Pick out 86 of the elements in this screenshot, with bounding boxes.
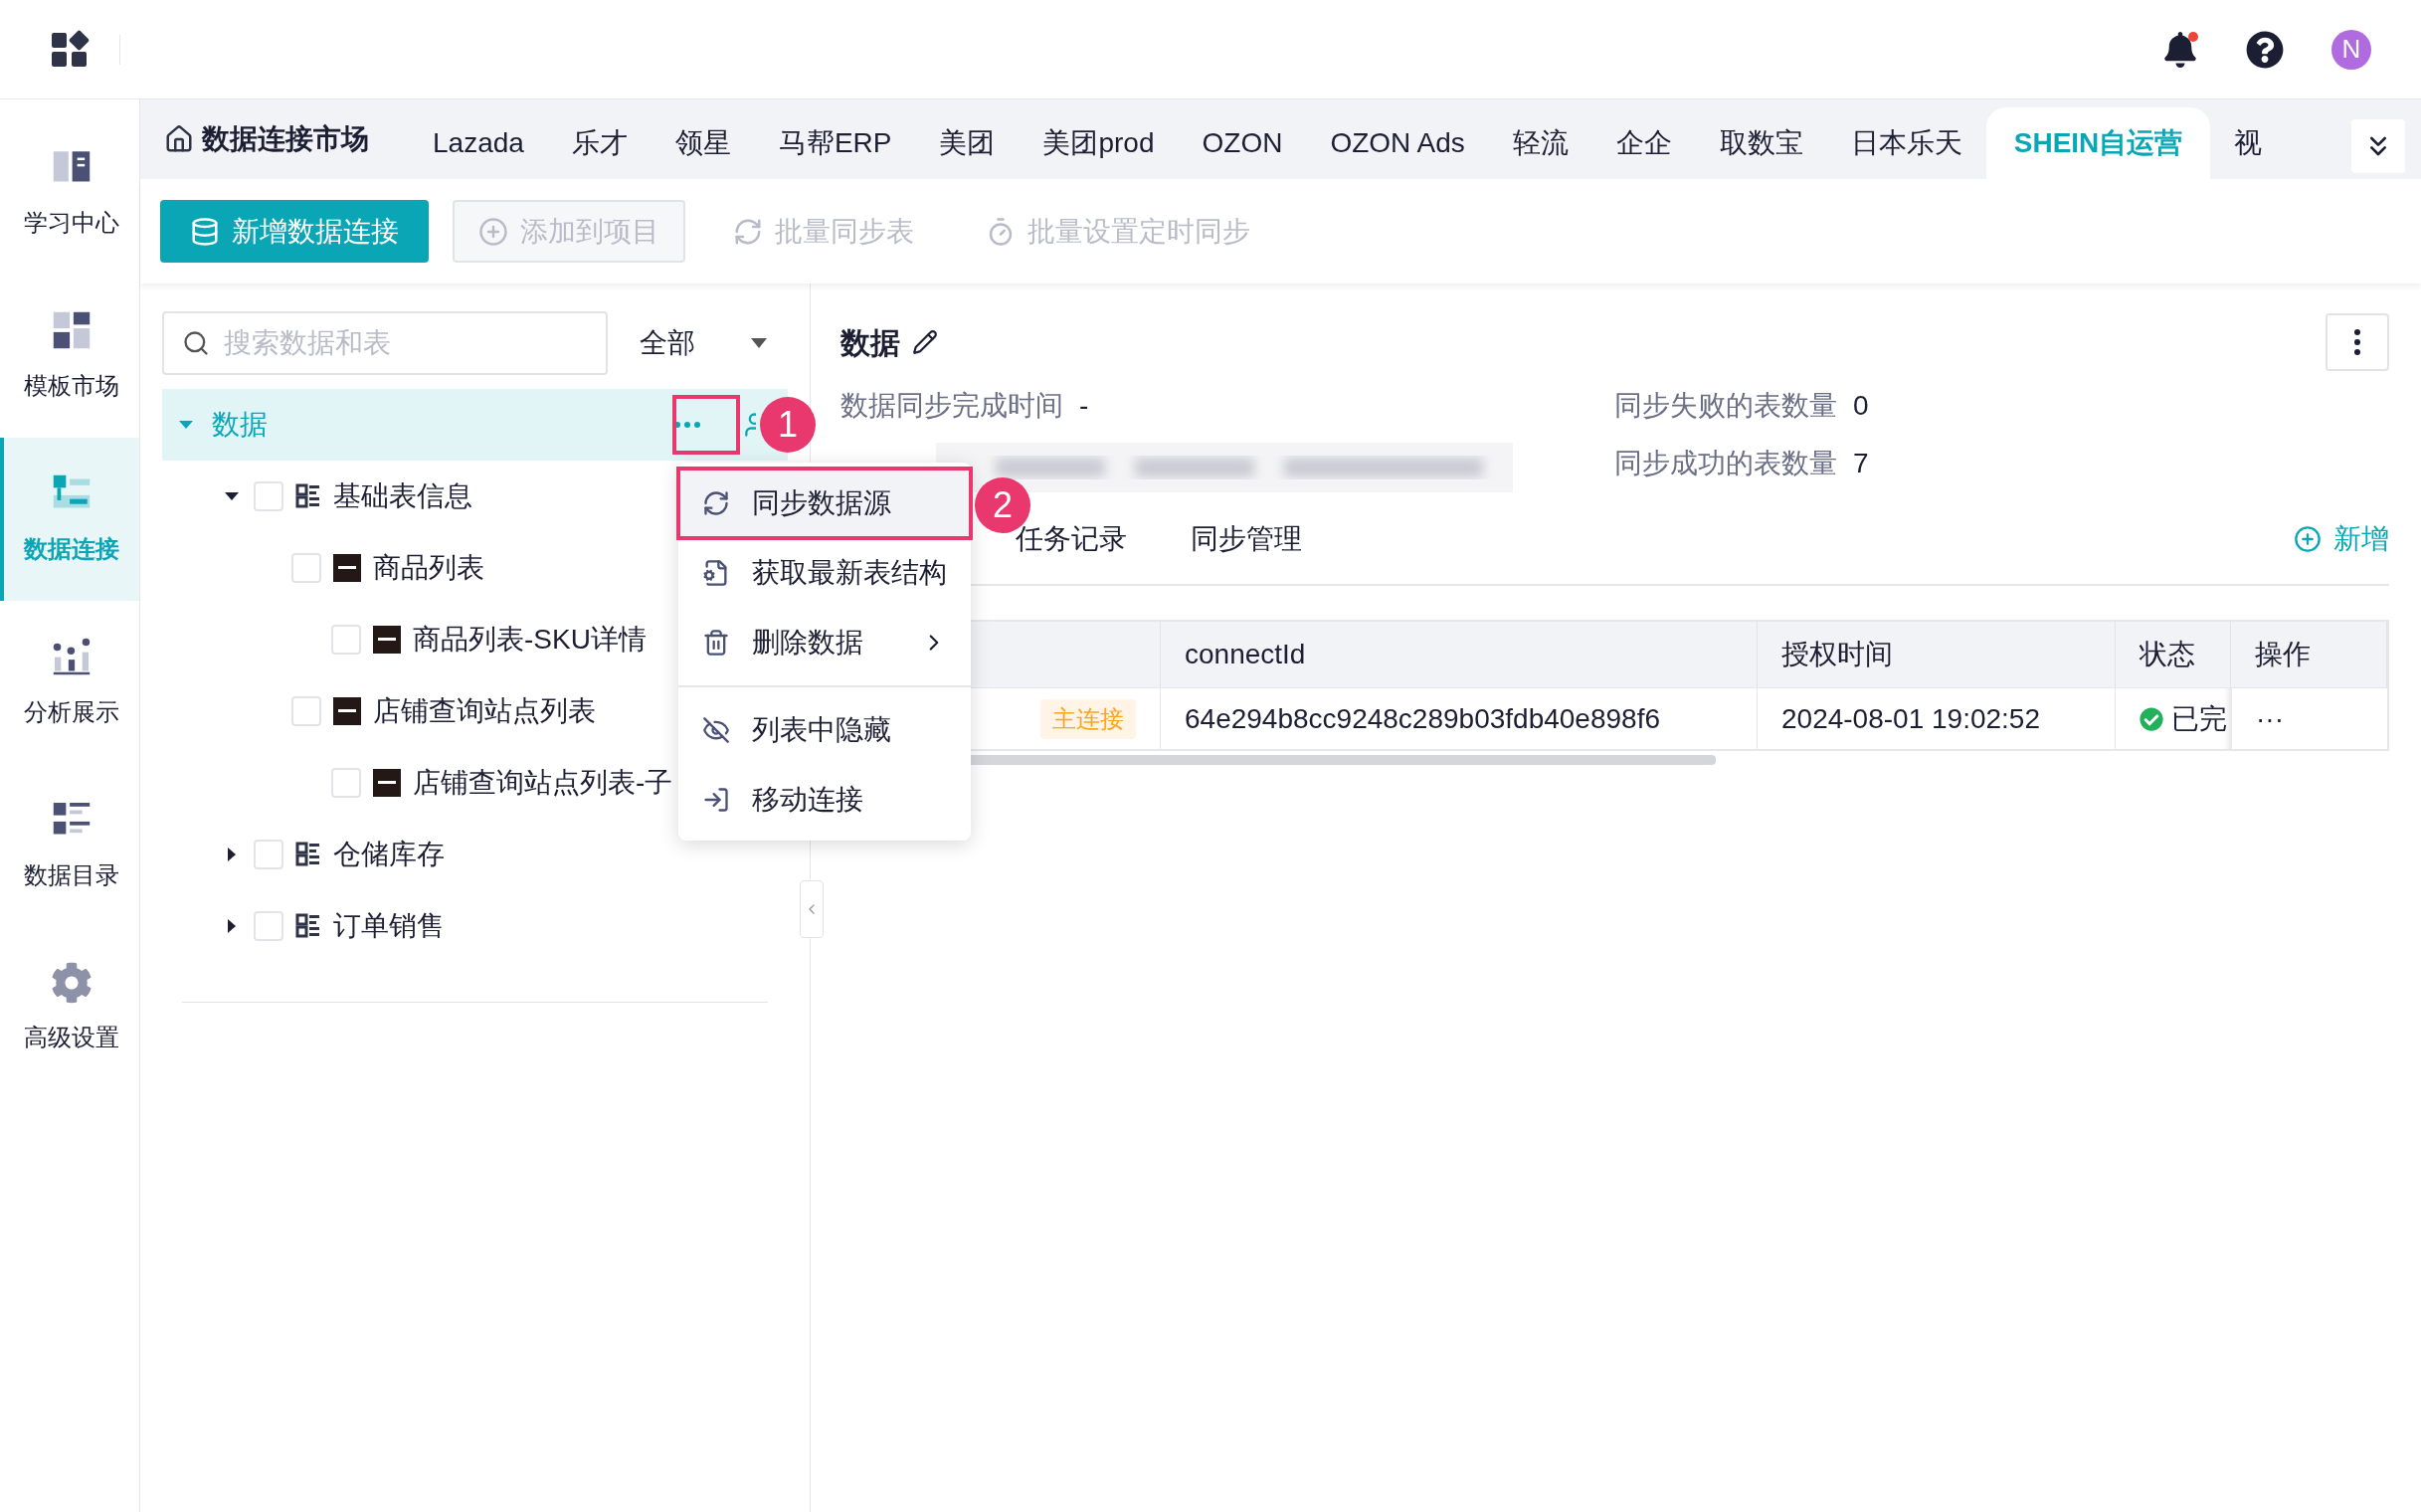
main-connection-tag: 主连接 xyxy=(1040,698,1136,739)
menu-item[interactable]: 获取最新表结构 xyxy=(678,538,971,608)
row-actions-link[interactable]: ··· xyxy=(2256,697,2284,740)
sidebar-item[interactable]: 数据目录 xyxy=(0,764,139,927)
filter-dropdown[interactable]: 全部 xyxy=(620,311,788,375)
market-tab[interactable]: 企企 xyxy=(1591,107,1696,179)
search-field[interactable]: 搜索数据和表 xyxy=(162,311,608,375)
caret-down-icon xyxy=(750,337,768,349)
checkbox[interactable] xyxy=(331,625,361,655)
trash-icon xyxy=(702,629,730,657)
tree-item-label[interactable]: 订单销售 xyxy=(333,905,445,947)
table-group-icon xyxy=(295,483,321,509)
shein-logo-icon xyxy=(333,697,361,725)
tree-item-label[interactable]: 店铺查询站点列表-子 xyxy=(413,762,673,804)
menu-item[interactable]: 同步数据源 xyxy=(678,469,971,538)
detail-tab[interactable]: 同步管理 xyxy=(1191,518,1302,584)
sidebar-item[interactable]: 分析展示 xyxy=(0,601,139,764)
market-home-link[interactable]: 数据连接市场 xyxy=(202,118,369,160)
market-tab[interactable]: 美团prod xyxy=(1019,107,1179,179)
info-value: - xyxy=(1079,389,1089,423)
tree-item-label[interactable]: 基础表信息 xyxy=(333,475,472,517)
checkbox[interactable] xyxy=(291,696,321,726)
table-group-icon xyxy=(295,913,321,939)
sidebar-item[interactable]: 模板市场 xyxy=(0,275,139,438)
market-tab[interactable]: OZON Ads xyxy=(1306,107,1489,179)
checkbox[interactable] xyxy=(254,481,283,511)
more-vertical-icon xyxy=(2354,329,2360,355)
highlight-frame xyxy=(672,395,740,455)
checkbox[interactable] xyxy=(254,840,283,869)
table-group-icon xyxy=(295,842,321,867)
more-icon[interactable] xyxy=(674,422,700,428)
detail-title: 数据 xyxy=(840,324,900,361)
menu-item[interactable]: 列表中隐藏 xyxy=(678,695,971,765)
status-text: 已完 xyxy=(2171,701,2227,736)
checkbox[interactable] xyxy=(291,553,321,583)
info-value: 0 xyxy=(1853,389,1869,423)
shein-logo-icon xyxy=(373,626,401,654)
checkbox[interactable] xyxy=(331,768,361,798)
plus-circle-icon xyxy=(2294,525,2322,553)
info-label: 数据同步完成时间 xyxy=(840,389,1063,423)
market-tab[interactable]: 取数宝 xyxy=(1695,107,1827,179)
sidebar-item[interactable]: 学习中心 xyxy=(0,111,139,275)
table-cell: 64e294b8cc9248c289b03fdb40e898f6 xyxy=(1161,688,1758,749)
more-tabs-button[interactable] xyxy=(2351,119,2405,173)
collapse-handle[interactable] xyxy=(800,880,824,938)
checkbox[interactable] xyxy=(254,911,283,941)
column-header: connectId xyxy=(1161,622,1758,687)
info-label: 同步成功的表数量 xyxy=(1614,447,1837,480)
search-icon xyxy=(182,329,210,357)
tree-item-label[interactable]: 店铺查询站点列表 xyxy=(373,690,596,732)
market-tab[interactable]: 日本乐天 xyxy=(1826,107,1986,179)
user-icon[interactable] xyxy=(744,411,756,439)
market-tab[interactable]: Lazada xyxy=(409,107,548,179)
market-tab[interactable]: 视 xyxy=(2210,107,2287,179)
shein-logo-icon xyxy=(373,769,401,797)
eye-off-icon xyxy=(702,716,730,744)
market-tab[interactable]: 轻流 xyxy=(1488,107,1592,179)
market-tab[interactable]: 马帮ERP xyxy=(754,107,916,179)
info-label: 同步失败的表数量 xyxy=(1614,389,1837,423)
sidebar-item[interactable]: 高级设置 xyxy=(0,927,139,1090)
notification-bell-icon[interactable] xyxy=(2162,31,2198,68)
help-icon[interactable] xyxy=(2246,30,2284,69)
tree-item-label[interactable]: 商品列表-SKU详情 xyxy=(413,619,647,661)
home-icon[interactable] xyxy=(164,124,194,154)
edit-icon[interactable] xyxy=(912,329,938,355)
tree-item-label[interactable]: 商品列表 xyxy=(373,547,484,589)
gear-icon xyxy=(51,962,93,1004)
refresh-icon xyxy=(702,489,730,517)
enter-icon xyxy=(702,786,730,814)
column-header: 授权时间 xyxy=(1758,622,2116,687)
market-tab[interactable]: OZON xyxy=(1178,107,1307,179)
document-icon xyxy=(702,559,730,587)
market-tab[interactable]: 领星 xyxy=(651,107,755,179)
info-value: 7 xyxy=(1853,447,1869,480)
menu-item[interactable]: 移动连接 xyxy=(678,765,971,835)
more-button[interactable] xyxy=(2326,313,2389,371)
shein-logo-icon xyxy=(333,554,361,582)
column-header: 操作 xyxy=(2231,622,2387,687)
column-header: 状态 xyxy=(2116,622,2231,687)
table-cell: 2024-08-01 19:02:52 xyxy=(1758,688,2116,749)
apps-icon[interactable] xyxy=(50,29,90,70)
plus-circle-icon xyxy=(478,216,508,247)
market-tab[interactable]: 乐才 xyxy=(547,107,652,179)
market-tab[interactable]: 美团 xyxy=(915,107,1020,179)
tree-item-label[interactable]: 仓储库存 xyxy=(333,834,445,875)
menu-item[interactable]: 删除数据 xyxy=(678,608,971,677)
